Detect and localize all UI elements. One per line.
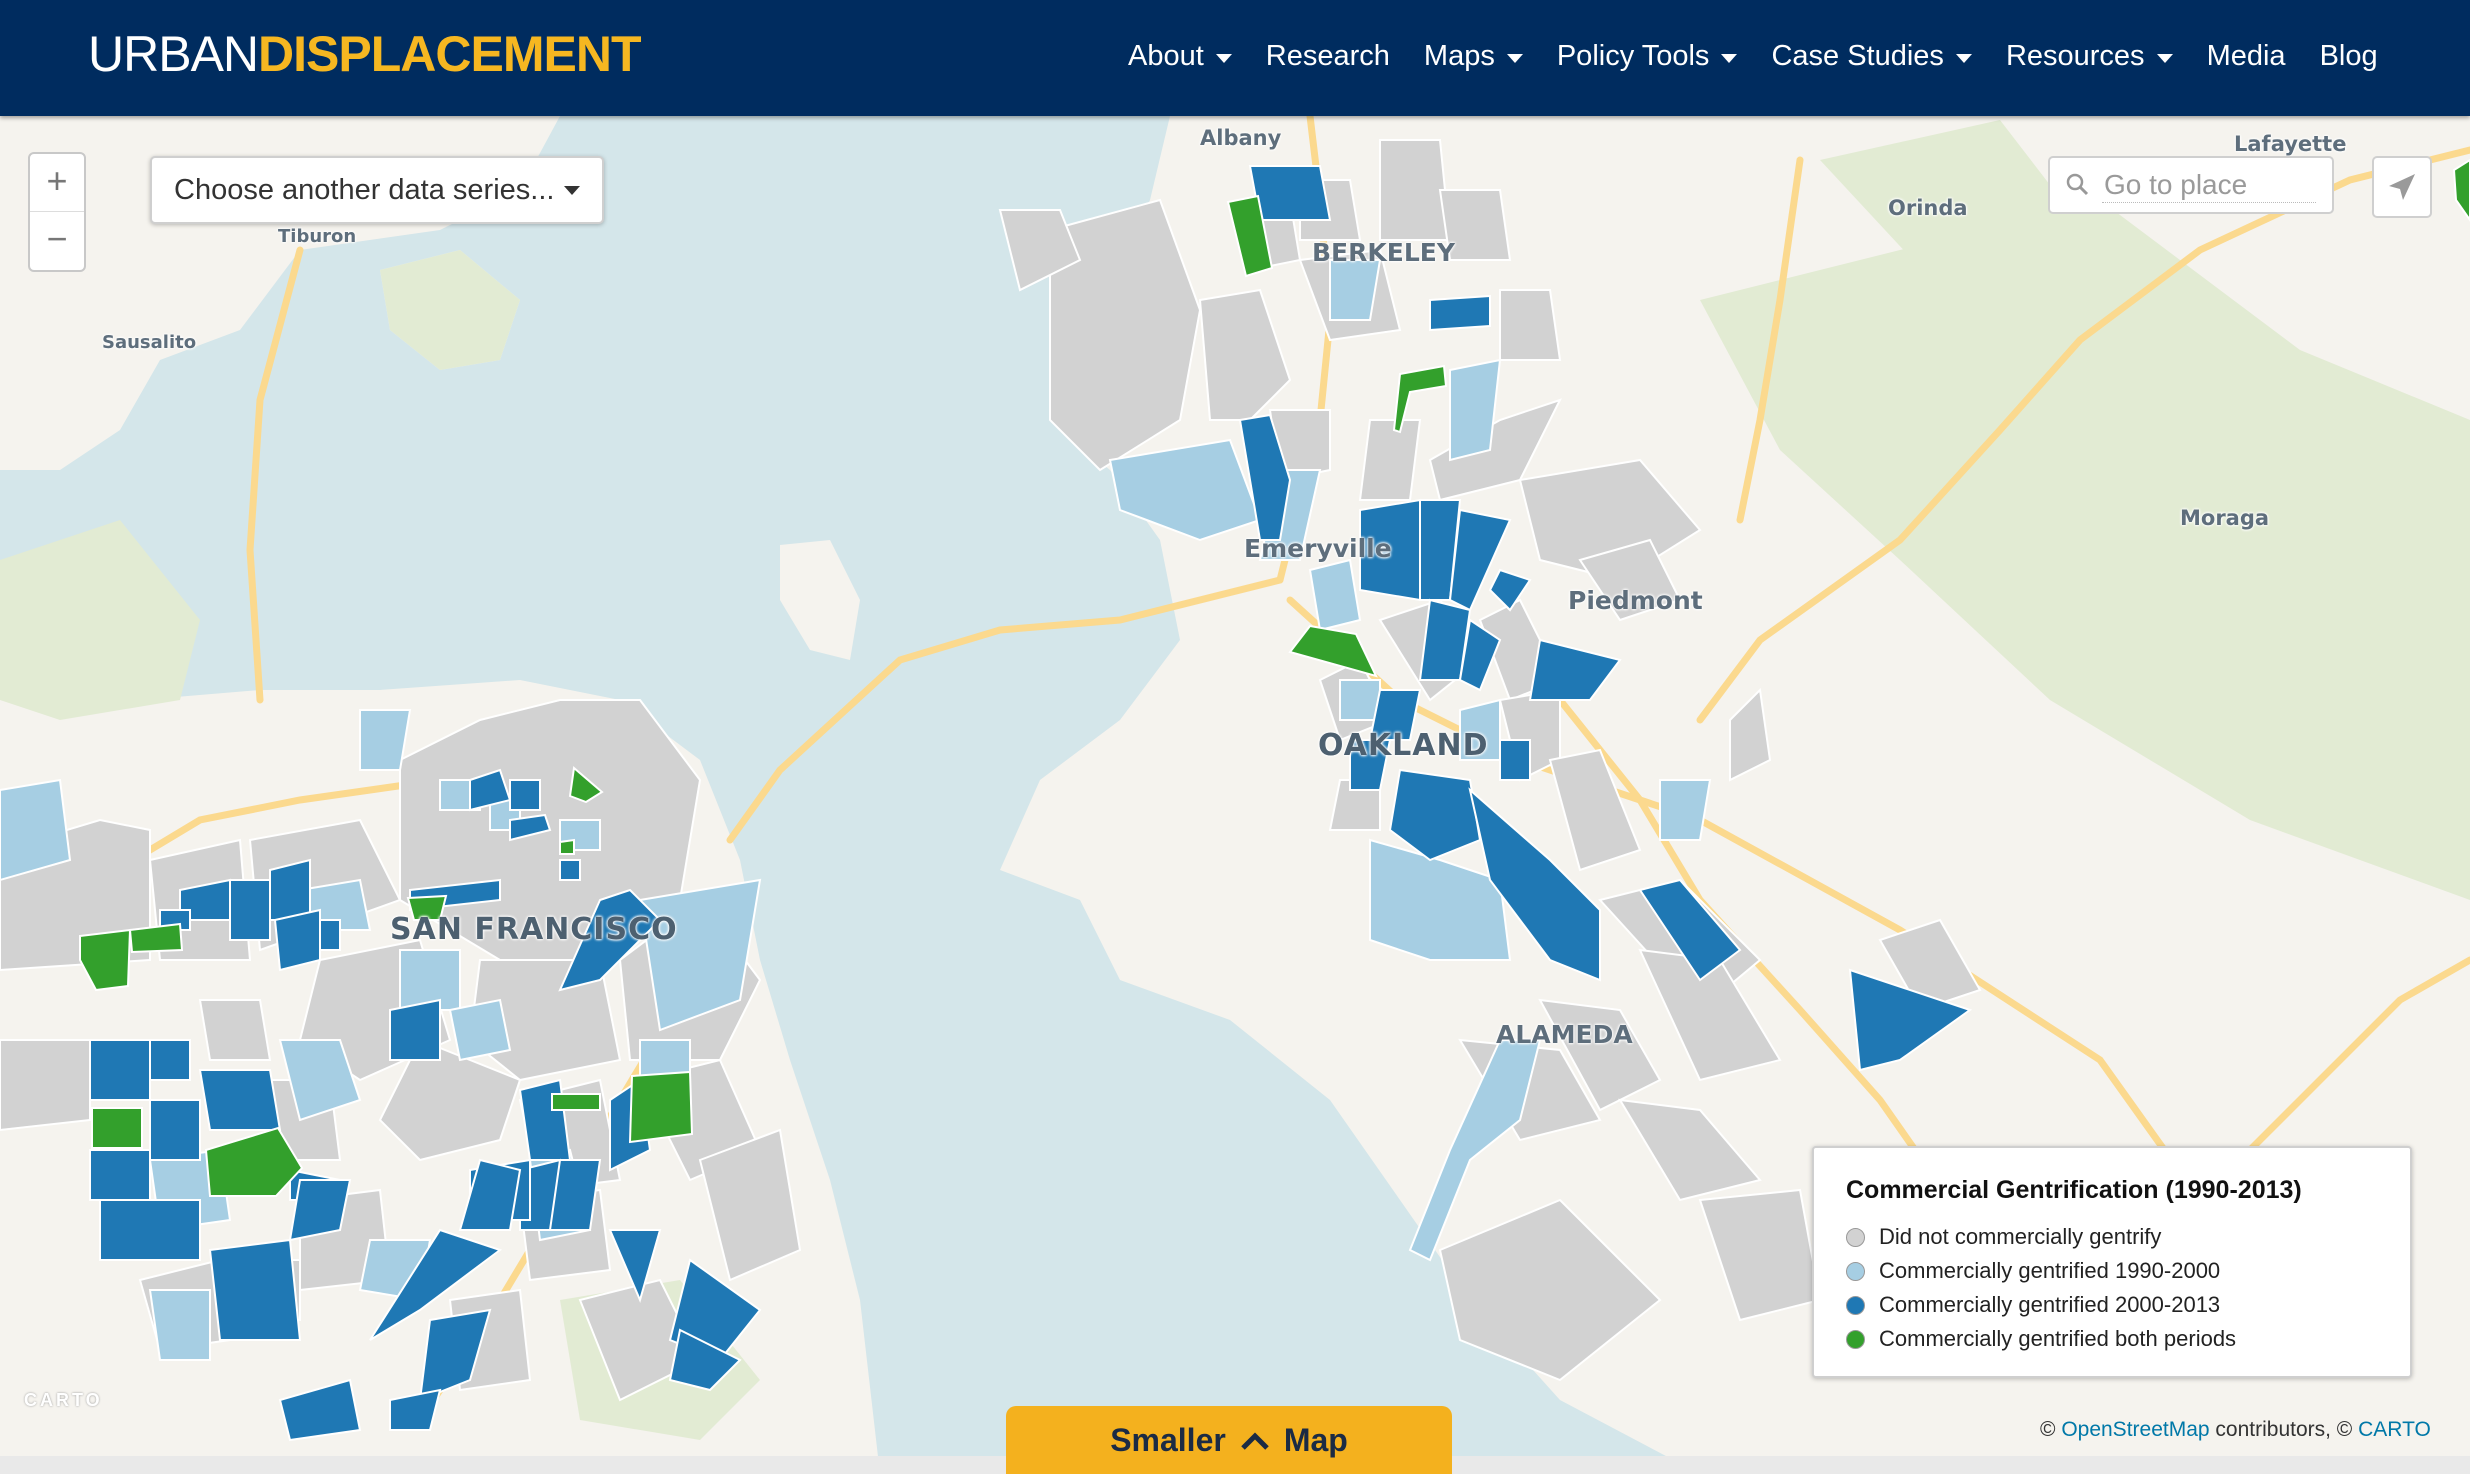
caret-down-icon: [1955, 53, 1972, 63]
label-lafayette: Lafayette: [2234, 132, 2347, 156]
caret-down-icon: [2156, 53, 2173, 63]
carto-logo: CARTO: [24, 1390, 103, 1410]
label-sausalito: Sausalito: [102, 332, 197, 353]
toggle-right-label: Map: [1283, 1421, 1348, 1458]
nav-media[interactable]: Media: [2207, 36, 2286, 76]
legend-swatch: [1846, 1227, 1865, 1247]
legend-item: Did not commercially gentrify: [1846, 1224, 2161, 1250]
legend-swatch: [1846, 1261, 1865, 1281]
zoom-in-button[interactable]: +: [30, 154, 84, 211]
location-arrow-icon: [2389, 174, 2415, 200]
nav-maps[interactable]: Maps: [1424, 36, 1523, 76]
place-search: [2048, 156, 2334, 214]
nav-about-label: About: [1128, 40, 1204, 72]
nav-resources-label: Resources: [2005, 40, 2145, 72]
nav-resources[interactable]: Resources: [2006, 36, 2173, 76]
label-alameda: ALAMEDA: [1496, 1020, 1633, 1049]
nav-blog[interactable]: Blog: [2320, 36, 2378, 76]
label-moraga: Moraga: [2180, 506, 2270, 530]
label-albany: Albany: [1200, 126, 1282, 150]
caret-down-icon: [564, 185, 581, 195]
locate-button[interactable]: [2372, 156, 2432, 218]
data-series-dropdown[interactable]: Choose another data series...: [150, 156, 604, 224]
label-san-francisco: SAN FRANCISCO: [390, 912, 678, 947]
chevron-up-icon: [1240, 1422, 1270, 1459]
zoom-out-button[interactable]: −: [30, 211, 84, 269]
logo-urban: URBAN: [88, 26, 259, 82]
legend-label: Commercially gentrified 2000-2013: [1879, 1292, 2221, 1317]
nav-about[interactable]: About: [1128, 36, 1232, 76]
attribution-middle: contributors, ©: [2209, 1418, 2359, 1441]
nav-case-studies-label: Case Studies: [1771, 40, 1944, 72]
legend-title: Commercial Gentrification (1990-2013): [1846, 1176, 2302, 1204]
site-logo[interactable]: URBANDISPLACEMENT: [88, 26, 642, 82]
zoom-control: + −: [28, 152, 86, 272]
toggle-left-label: Smaller: [1110, 1421, 1226, 1458]
nav-research-label: Research: [1265, 40, 1390, 72]
label-berkeley: BERKELEY: [1312, 238, 1455, 267]
nav-research[interactable]: Research: [1266, 36, 1390, 76]
osm-link[interactable]: OpenStreetMap: [2061, 1418, 2209, 1441]
nav-policy-tools-label: Policy Tools: [1556, 40, 1710, 72]
smaller-map-button[interactable]: Smaller Map: [1006, 1406, 1452, 1474]
map-attribution: © OpenStreetMap contributors, © CARTO: [2040, 1418, 2431, 1442]
nav-media-label: Media: [2206, 40, 2286, 72]
caret-down-icon: [1721, 53, 1738, 63]
label-orinda: Orinda: [1888, 196, 1968, 220]
label-oakland: OAKLAND: [1318, 728, 1489, 763]
map-legend: Commercial Gentrification (1990-2013) Di…: [1812, 1146, 2412, 1378]
nav-maps-label: Maps: [1423, 40, 1495, 72]
label-emeryville: Emeryville: [1244, 534, 1392, 563]
legend-item: Commercially gentrified both periods: [1846, 1326, 2236, 1352]
nav-blog-label: Blog: [2319, 40, 2378, 72]
attribution-prefix: ©: [2040, 1418, 2062, 1441]
legend-item: Commercially gentrified 2000-2013: [1846, 1292, 2220, 1318]
legend-label: Commercially gentrified 1990-2000: [1879, 1258, 2221, 1283]
label-tiburon: Tiburon: [278, 226, 357, 247]
place-search-input[interactable]: [2102, 167, 2316, 203]
nav-case-studies[interactable]: Case Studies: [1771, 36, 1972, 76]
main-nav: About Research Maps Policy Tools Case St…: [1128, 36, 2412, 76]
legend-item: Commercially gentrified 1990-2000: [1846, 1258, 2220, 1284]
legend-swatch: [1846, 1295, 1865, 1315]
legend-swatch: [1846, 1329, 1865, 1349]
logo-displacement: DISPLACEMENT: [258, 26, 641, 82]
legend-label: Commercially gentrified both periods: [1879, 1326, 2237, 1351]
site-header: URBANDISPLACEMENT About Research Maps Po…: [0, 0, 2470, 116]
label-piedmont: Piedmont: [1568, 586, 1703, 615]
search-icon: [2066, 173, 2089, 196]
nav-policy-tools[interactable]: Policy Tools: [1557, 36, 1738, 76]
caret-down-icon: [1506, 53, 1523, 63]
legend-label: Did not commercially gentrify: [1879, 1224, 2162, 1249]
caret-down-icon: [1215, 53, 1232, 63]
data-series-label: Choose another data series...: [174, 173, 555, 206]
carto-link[interactable]: CARTO: [2358, 1418, 2431, 1441]
